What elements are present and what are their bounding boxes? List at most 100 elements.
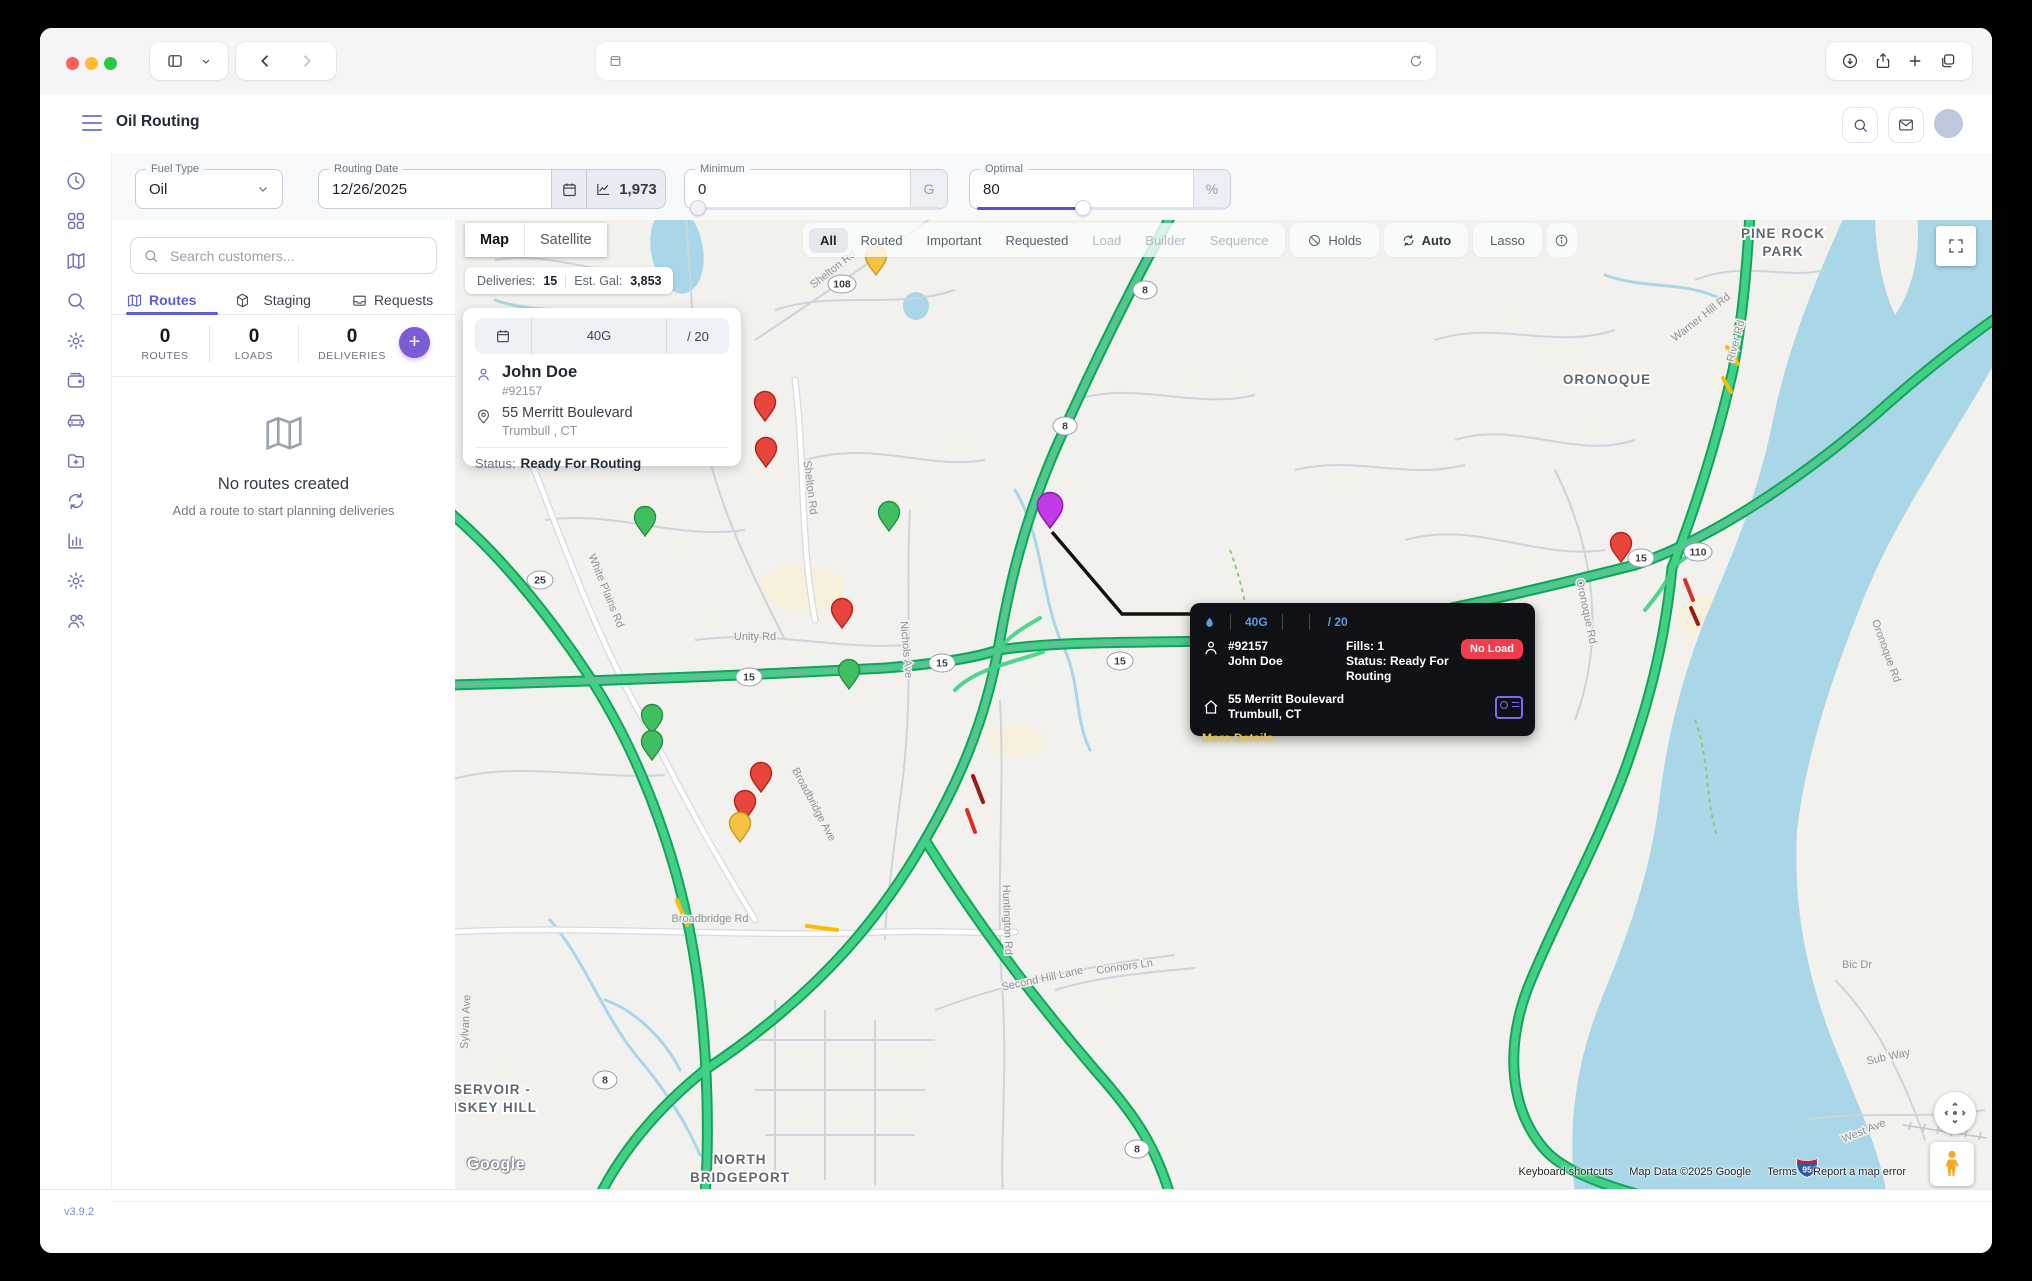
dashboard-icon[interactable] <box>65 210 87 232</box>
stat-deliveries-label: DELIVERIES <box>304 350 400 362</box>
routing-date-field[interactable]: Routing Date <box>318 169 552 209</box>
vehicle-icon[interactable] <box>65 410 87 432</box>
share-button[interactable] <box>1874 52 1892 70</box>
svg-text:15: 15 <box>1635 553 1647 565</box>
routing-toolbar: Fuel Type Oil Routing Date 1,973 Minimum… <box>112 153 1992 221</box>
reports-icon[interactable] <box>65 530 87 552</box>
minimize-window-button[interactable] <box>85 57 98 70</box>
close-window-button[interactable] <box>66 57 79 70</box>
reload-icon[interactable] <box>1408 52 1424 70</box>
fuel-type-select[interactable]: Fuel Type Oil <box>135 169 283 209</box>
optimal-slider-handle[interactable] <box>1075 200 1091 216</box>
tooltip-fills: Fills: 1 <box>1346 639 1461 654</box>
page-settings-icon[interactable] <box>608 52 623 70</box>
new-tab-button[interactable] <box>1906 52 1924 70</box>
filter-group-holds: Holds <box>1290 223 1378 257</box>
nav-rail <box>40 153 112 1253</box>
add-route-button[interactable]: + <box>399 327 430 358</box>
filter-requested[interactable]: Requested <box>994 228 1079 253</box>
terms-link[interactable]: Terms <box>1767 1166 1797 1178</box>
est-gal-value: 3,853 <box>630 274 661 288</box>
filter-important[interactable]: Important <box>916 228 993 253</box>
active-tab-underline <box>126 312 218 315</box>
optimal-input[interactable] <box>970 180 1193 199</box>
filter-info-button[interactable] <box>1547 223 1577 257</box>
tab-routes[interactable]: Routes <box>112 286 210 314</box>
map-filter-bar: All Routed Important Requested Load Buil… <box>803 223 1577 257</box>
tab-staging[interactable]: Staging <box>220 286 324 314</box>
calendar-button[interactable] <box>551 169 587 209</box>
lasso-toggle[interactable]: Lasso <box>1479 228 1536 253</box>
folder-add-icon[interactable] <box>65 450 87 472</box>
minimum-input[interactable] <box>685 180 910 199</box>
svg-text:108: 108 <box>833 279 851 291</box>
filter-load[interactable]: Load <box>1081 228 1132 253</box>
history-nav <box>236 42 336 80</box>
search-input[interactable] <box>168 247 424 265</box>
tooltip-address: 55 Merritt Boulevard <box>1228 692 1495 707</box>
forward-button[interactable] <box>297 52 315 70</box>
satellite-view-button[interactable]: Satellite <box>524 223 607 257</box>
map-canvas[interactable]: 8 8 8 8 15 15 15 15 110 25 108 95 Shelto… <box>455 220 1992 1190</box>
sidebar-toggle-button[interactable] <box>150 42 228 80</box>
filter-group-auto: Auto <box>1384 223 1469 257</box>
team-icon[interactable] <box>65 610 87 632</box>
sync-icon[interactable] <box>65 490 87 512</box>
auto-toggle[interactable]: Auto <box>1390 228 1463 253</box>
menu-button[interactable] <box>82 115 102 131</box>
filter-routed[interactable]: Routed <box>850 228 914 253</box>
svg-text:15: 15 <box>743 672 755 684</box>
downloads-button[interactable] <box>1841 52 1859 70</box>
header-search-button[interactable] <box>1842 107 1878 143</box>
filter-all[interactable]: All <box>809 228 848 253</box>
minimum-slider-handle[interactable] <box>690 200 706 216</box>
routing-date-input[interactable] <box>319 180 551 199</box>
svg-text:ORONOQUE: ORONOQUE <box>1563 372 1651 387</box>
settings-icon[interactable] <box>65 330 87 352</box>
tab-requests[interactable]: Requests <box>337 286 447 314</box>
avatar[interactable] <box>1934 109 1963 138</box>
svg-text:Bic Dr: Bic Dr <box>1842 959 1872 971</box>
map-icon[interactable] <box>65 250 87 272</box>
svg-text:8: 8 <box>602 1075 608 1087</box>
filter-builder[interactable]: Builder <box>1134 228 1196 253</box>
contact-card-icon[interactable] <box>1495 696 1523 719</box>
stat-loads-value: 0 <box>215 327 293 347</box>
pegman-control[interactable] <box>1930 1142 1974 1186</box>
address-bar[interactable] <box>596 42 1436 80</box>
search-icon[interactable] <box>65 290 87 312</box>
optimal-field[interactable]: Optimal % <box>969 169 1231 209</box>
delivery-tooltip[interactable]: 40G / 20 #92157 John Doe Fills: 1 Status… <box>1190 603 1535 736</box>
minimum-slider[interactable] <box>692 207 940 210</box>
messages-button[interactable] <box>1888 107 1924 143</box>
map-data-text: Map Data ©2025 Google <box>1629 1166 1751 1178</box>
clock-icon[interactable] <box>65 170 87 192</box>
optimal-slider[interactable] <box>977 207 1223 210</box>
customer-address: 55 Merritt Boulevard <box>502 406 633 421</box>
deliveries-label: Deliveries: <box>477 274 535 288</box>
wallet-icon[interactable] <box>65 370 87 392</box>
estimate-value: 1,973 <box>619 181 657 198</box>
holds-toggle[interactable]: Holds <box>1296 228 1372 253</box>
optimal-slider-fill <box>977 207 1083 210</box>
customer-card[interactable]: 40G / 20 John Doe #92157 55 Merritt Boul… <box>463 308 741 466</box>
report-error-link[interactable]: Report a map error <box>1813 1166 1906 1178</box>
zoom-window-button[interactable] <box>104 57 117 70</box>
settings-2-icon[interactable] <box>65 570 87 592</box>
estimate-button[interactable]: 1,973 <box>586 169 666 209</box>
svg-text:15: 15 <box>1114 656 1126 668</box>
calendar-icon <box>561 181 578 198</box>
status-strip: v3.9.2 <box>40 1189 1992 1253</box>
map-view-button[interactable]: Map <box>465 223 524 257</box>
svg-text:25: 25 <box>534 575 546 587</box>
keyboard-shortcuts-link[interactable]: Keyboard shortcuts <box>1518 1166 1613 1178</box>
filter-sequence[interactable]: Sequence <box>1199 228 1280 253</box>
fullscreen-button[interactable] <box>1936 226 1976 266</box>
minimum-field[interactable]: Minimum G <box>684 169 948 209</box>
tab-overview-button[interactable] <box>1939 52 1957 70</box>
customer-search[interactable] <box>130 237 437 274</box>
fullscreen-icon <box>1947 237 1965 255</box>
pan-control[interactable] <box>1934 1092 1976 1134</box>
back-button[interactable] <box>257 52 275 70</box>
more-details-link[interactable]: More Details <box>1202 731 1273 745</box>
